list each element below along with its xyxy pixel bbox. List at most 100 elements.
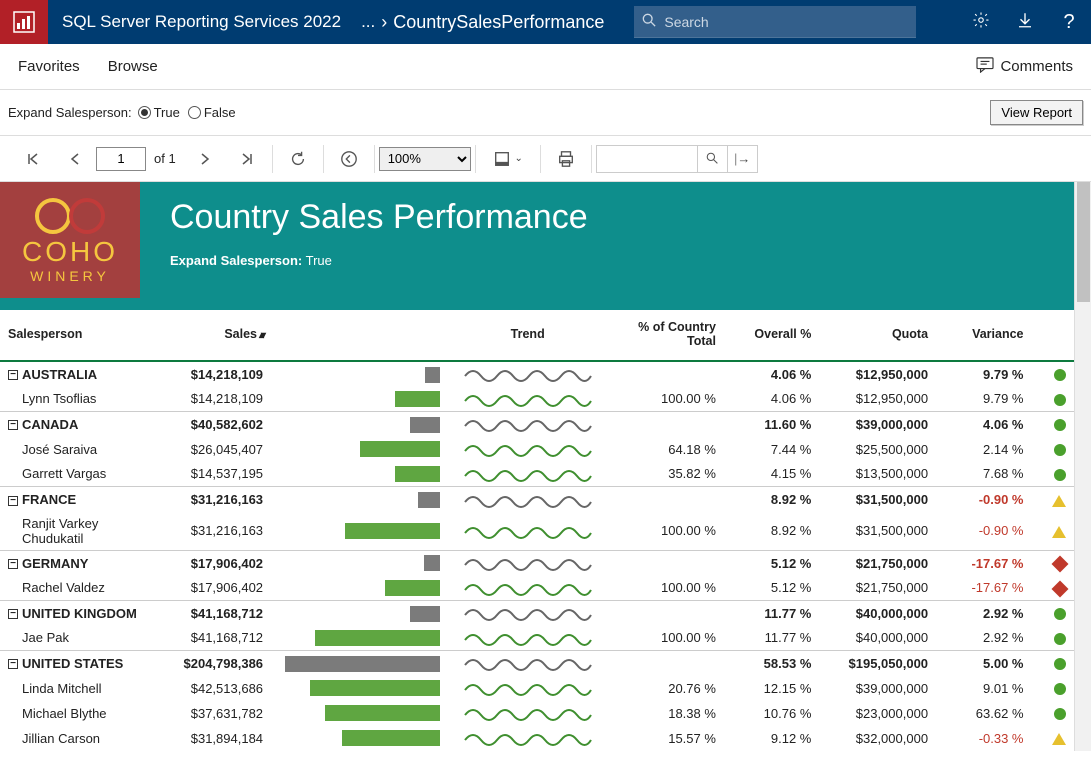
table-row-group: −FRANCE$31,216,1638.92 %$31,500,000-0.90… <box>0 487 1074 512</box>
print-button[interactable] <box>545 136 587 182</box>
expand-toggle[interactable]: − <box>8 659 18 669</box>
search-box[interactable] <box>634 6 916 38</box>
expand-toggle[interactable]: − <box>8 420 18 430</box>
cell-variance: 9.79 % <box>936 361 1031 387</box>
col-bar <box>271 310 448 361</box>
cell-sales: $41,168,712 <box>170 626 271 651</box>
table-row: Ranjit Varkey Chudukatil$31,216,163100.0… <box>0 512 1074 551</box>
zoom-select[interactable]: 100% <box>379 147 471 171</box>
cell-pct-country: 64.18 % <box>607 437 724 462</box>
next-page-button[interactable] <box>184 136 226 182</box>
cell-sales: $41,168,712 <box>170 600 271 625</box>
cell-overall: 9.12 % <box>724 726 819 751</box>
indicator-circle-icon <box>1054 658 1066 670</box>
cell-name: Michael Blythe <box>0 701 170 726</box>
cell-indicator <box>1032 462 1075 487</box>
col-sales[interactable]: Sales▴▾ <box>170 310 271 361</box>
first-page-button[interactable] <box>12 136 54 182</box>
breadcrumb-separator-icon: › <box>381 12 387 33</box>
expand-toggle[interactable]: − <box>8 609 18 619</box>
cell-bar <box>271 676 448 701</box>
col-variance[interactable]: Variance <box>936 310 1031 361</box>
col-salesperson[interactable]: Salesperson <box>0 310 170 361</box>
view-report-button[interactable]: View Report <box>990 100 1083 125</box>
comments-button[interactable]: Comments <box>976 57 1073 77</box>
last-page-button[interactable] <box>226 136 268 182</box>
find-button[interactable] <box>697 146 727 172</box>
col-overall[interactable]: Overall % <box>724 310 819 361</box>
app-header: SQL Server Reporting Services 2022 ... ›… <box>0 0 1091 44</box>
radio-icon <box>188 106 201 119</box>
param-radio-true[interactable]: True <box>138 105 180 120</box>
prev-page-button[interactable] <box>54 136 96 182</box>
nav-tabs: Favorites Browse Comments <box>0 44 1091 90</box>
indicator-diamond-icon <box>1052 580 1069 597</box>
cell-overall: 12.15 % <box>724 676 819 701</box>
cell-trend <box>448 437 607 462</box>
cell-quota: $12,950,000 <box>819 387 936 412</box>
cell-trend <box>448 512 607 551</box>
help-button[interactable]: ? <box>1047 0 1091 44</box>
cell-trend <box>448 651 607 676</box>
cell-quota: $31,500,000 <box>819 487 936 512</box>
indicator-circle-icon <box>1054 608 1066 620</box>
cell-trend <box>448 676 607 701</box>
col-indicator <box>1032 310 1075 361</box>
cell-indicator <box>1032 626 1075 651</box>
cell-bar <box>271 387 448 412</box>
download-button[interactable] <box>1003 0 1047 44</box>
cell-indicator <box>1032 361 1075 387</box>
expand-toggle[interactable]: − <box>8 559 18 569</box>
search-input[interactable] <box>664 14 884 30</box>
help-icon: ? <box>1063 11 1074 34</box>
cell-bar <box>271 512 448 551</box>
bar-icon <box>410 417 440 433</box>
gear-icon <box>972 11 990 34</box>
col-quota[interactable]: Quota <box>819 310 936 361</box>
cell-indicator <box>1032 387 1075 412</box>
vertical-scrollbar[interactable] <box>1074 182 1091 751</box>
cell-sales: $26,045,407 <box>170 437 271 462</box>
col-pct-country[interactable]: % of Country Total <box>607 310 724 361</box>
parameter-bar: Expand Salesperson: True False View Repo… <box>0 90 1091 136</box>
col-trend[interactable]: Trend <box>448 310 607 361</box>
find-group: | → <box>596 145 758 173</box>
report-body: COHO WINERY Country Sales Performance Ex… <box>0 182 1074 751</box>
cell-variance: 63.62 % <box>936 701 1031 726</box>
cell-name: Ranjit Varkey Chudukatil <box>0 512 170 551</box>
find-input[interactable] <box>597 147 697 171</box>
table-row: Lynn Tsoflias$14,218,109100.00 %4.06 %$1… <box>0 387 1074 412</box>
page-number-input[interactable] <box>96 147 146 171</box>
tab-favorites[interactable]: Favorites <box>18 58 80 75</box>
cell-variance: 9.01 % <box>936 676 1031 701</box>
expand-toggle[interactable]: − <box>8 496 18 506</box>
cell-quota: $13,500,000 <box>819 462 936 487</box>
cell-variance: 2.92 % <box>936 626 1031 651</box>
cell-trend <box>448 701 607 726</box>
breadcrumb-report-name[interactable]: CountrySalesPerformance <box>393 12 604 33</box>
breadcrumb-overflow[interactable]: ... <box>361 12 375 32</box>
cell-pct-country: 100.00 % <box>607 575 724 600</box>
cell-variance: 5.00 % <box>936 651 1031 676</box>
expand-toggle[interactable]: − <box>8 370 18 380</box>
cell-pct-country <box>607 550 724 575</box>
cell-indicator <box>1032 512 1075 551</box>
tab-browse[interactable]: Browse <box>108 58 158 75</box>
export-button[interactable]: ⌄ <box>480 136 536 182</box>
radio-label-true: True <box>154 105 180 120</box>
find-next-button[interactable]: | → <box>727 146 757 172</box>
cell-variance: 2.14 % <box>936 437 1031 462</box>
cell-bar <box>271 361 448 387</box>
refresh-button[interactable] <box>277 136 319 182</box>
cell-pct-country: 100.00 % <box>607 626 724 651</box>
table-row: José Saraiva$26,045,40764.18 %7.44 %$25,… <box>0 437 1074 462</box>
back-button[interactable] <box>328 136 370 182</box>
cell-bar <box>271 701 448 726</box>
param-radio-false[interactable]: False <box>188 105 236 120</box>
settings-button[interactable] <box>959 0 1003 44</box>
bar-icon <box>342 730 440 746</box>
ssrs-logo-icon[interactable] <box>0 0 48 44</box>
search-icon <box>642 13 656 30</box>
scrollbar-thumb[interactable] <box>1077 182 1090 302</box>
cell-overall: 4.06 % <box>724 387 819 412</box>
